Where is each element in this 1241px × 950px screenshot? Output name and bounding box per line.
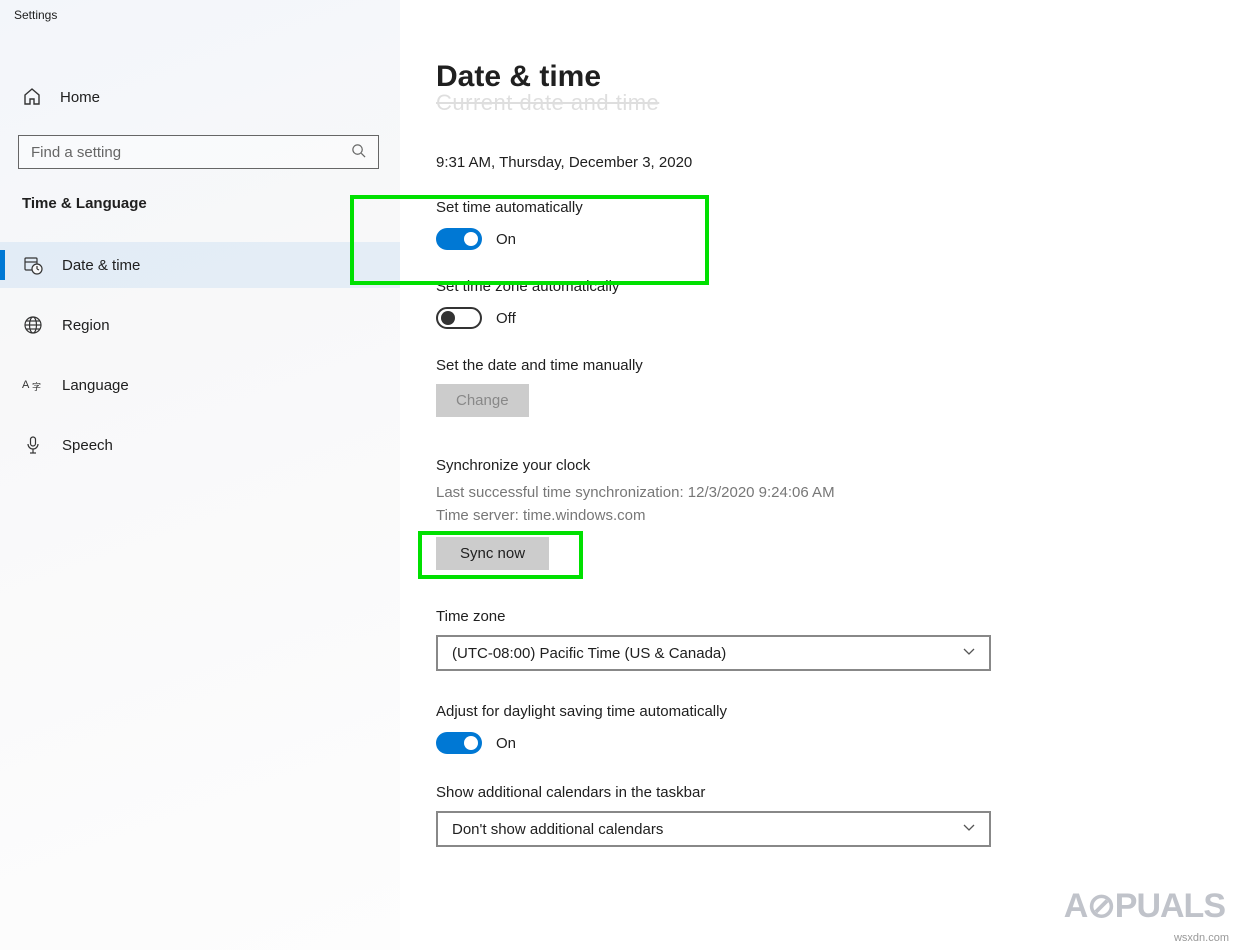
sync-last: Last successful time synchronization: 12… [436,482,1221,505]
select-value: (UTC-08:00) Pacific Time (US & Canada) [452,645,726,662]
sidebar-item-label: Speech [62,437,113,454]
setting-label: Set the date and time manually [436,357,1221,374]
setting-calendars: Show additional calendars in the taskbar… [436,784,1221,847]
select-value: Don't show additional calendars [452,821,663,838]
sync-section: Synchronize your clock Last successful t… [436,457,1221,570]
category-title: Time & Language [0,169,400,222]
search-box[interactable] [18,135,379,169]
toggle-set-tz-auto[interactable] [436,307,482,329]
setting-label: Set time zone automatically [436,278,1221,295]
main-content: Date & time Current date and time 9:31 A… [400,0,1241,950]
home-nav[interactable]: Home [0,77,400,117]
setting-set-time-auto: Set time automatically On [436,199,1221,250]
current-datetime: 9:31 AM, Thursday, December 3, 2020 [436,154,1221,171]
sidebar-item-speech[interactable]: Speech [0,422,400,468]
search-input[interactable] [31,144,351,161]
globe-icon [22,314,44,336]
toggle-state: On [496,735,516,752]
setting-manual: Set the date and time manually Change [436,357,1221,417]
calendar-clock-icon [22,254,44,276]
sidebar-item-date-time[interactable]: Date & time [0,242,400,288]
toggle-daylight[interactable] [436,732,482,754]
setting-label: Set time automatically [436,199,1221,216]
microphone-icon [22,434,44,456]
home-icon [22,87,42,107]
setting-set-tz-auto: Set time zone automatically Off [436,278,1221,329]
setting-label: Time zone [436,608,1221,625]
page-title: Date & time [436,60,1221,94]
chevron-down-icon [963,647,975,659]
toggle-state: Off [496,310,516,327]
watermark-url: wsxdn.com [1174,932,1229,944]
calendars-select[interactable]: Don't show additional calendars [436,811,991,847]
timezone-select[interactable]: (UTC-08:00) Pacific Time (US & Canada) [436,635,991,671]
toggle-set-time-auto[interactable] [436,228,482,250]
window-title: Settings [0,0,400,22]
home-label: Home [60,89,100,106]
sync-title: Synchronize your clock [436,457,1221,474]
sidebar-item-label: Region [62,317,110,334]
svg-text:A: A [22,379,30,391]
change-button: Change [436,384,529,417]
sidebar-item-label: Date & time [62,257,140,274]
setting-label: Adjust for daylight saving time automati… [436,703,1221,720]
sidebar-item-region[interactable]: Region [0,302,400,348]
sidebar-item-language[interactable]: A 字 Language [0,362,400,408]
language-icon: A 字 [22,374,44,396]
search-icon [351,143,366,162]
sidebar: Settings Home Time & Language Date & ti [0,0,400,950]
svg-text:字: 字 [32,381,41,392]
toggle-state: On [496,231,516,248]
sync-server: Time server: time.windows.com [436,505,1221,528]
sync-now-button[interactable]: Sync now [436,537,549,570]
setting-daylight: Adjust for daylight saving time automati… [436,703,1221,754]
watermark-logo: A⊘PUALS [1064,886,1225,926]
nav-items: Date & time Region A 字 Language [0,242,400,468]
sidebar-item-label: Language [62,377,129,394]
chevron-down-icon [963,823,975,835]
section-heading-cutoff: Current date and time [436,90,1221,116]
timezone-section: Time zone (UTC-08:00) Pacific Time (US &… [436,608,1221,671]
setting-label: Show additional calendars in the taskbar [436,784,1221,801]
